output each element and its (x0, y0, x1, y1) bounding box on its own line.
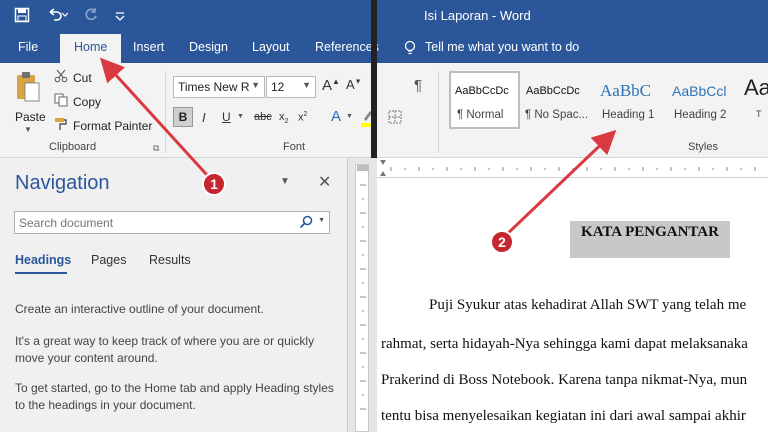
arrow-to-heading-1 (502, 129, 617, 239)
annotation-arrows (99, 57, 617, 239)
step-badge-1: 1 (202, 172, 226, 196)
arrow-to-home-tab (99, 57, 209, 177)
step-badge-2: 2 (490, 230, 514, 254)
